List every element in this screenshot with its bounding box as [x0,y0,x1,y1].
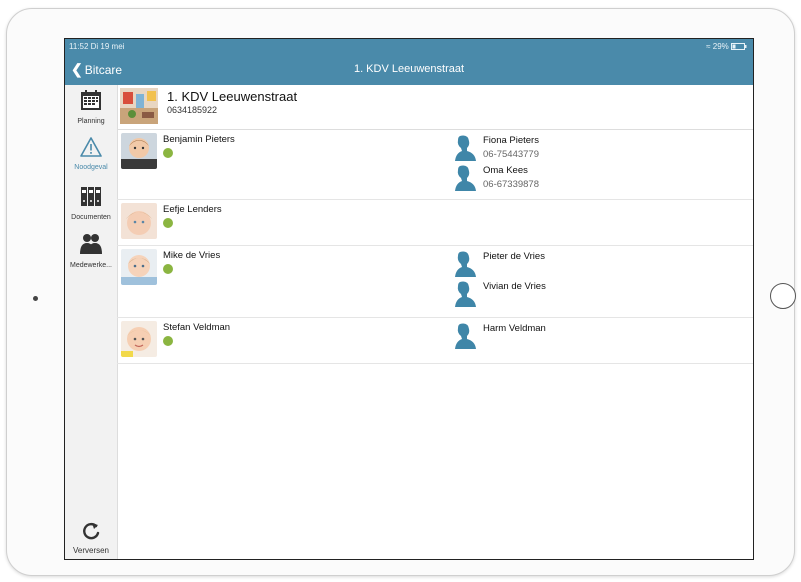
battery-level: 29% [712,42,729,51]
child-name: Mike de Vries [163,250,221,261]
battery-icon [731,43,747,51]
contact-item[interactable]: Oma Kees 06-67339878 [451,163,741,191]
center-header: 1. KDV Leeuwenstraat 0634185922 [117,85,753,130]
contact-list: 1. KDV Leeuwenstraat 0634185922 Benjamin… [117,85,753,559]
status-dot [163,148,173,158]
sidebar-item-noodgeval[interactable]: Noodgeval [65,137,117,171]
child-name: Eefje Lenders [163,204,222,215]
child-avatar [121,321,157,357]
status-dot [163,218,173,228]
list-item[interactable]: Mike de Vries Pieter de Vries Vivian de … [117,245,753,318]
contact-item[interactable]: Vivian de Vries [451,279,741,307]
contact-item[interactable]: Pieter de Vries [451,249,741,277]
child-name: Stefan Veldman [163,322,231,333]
sidebar-item-label: Noodgeval [74,164,108,171]
calendar-icon [81,90,101,110]
refresh-icon [83,523,100,540]
status-dot [163,264,173,274]
child-avatar [121,133,157,169]
list-item[interactable]: Stefan Veldman Harm Veldman [117,317,753,364]
child-name: Benjamin Pieters [163,134,235,145]
person-icon [451,163,477,191]
child-avatar [121,203,157,239]
refresh-label: Verversen [72,546,110,555]
person-icon [451,321,477,349]
sidebar-item-label: Documenten [71,214,111,221]
status-bar: 11:52 Di 19 mei ≈ 29% [65,39,753,55]
center-name: 1. KDV Leeuwenstraat [167,89,298,104]
status-dot [163,336,173,346]
child-avatar [121,249,157,285]
sidebar-item-documenten[interactable]: Documenten [65,185,117,221]
center-phone: 0634185922 [167,105,218,115]
app-screen: 11:52 Di 19 mei ≈ 29% ❮ Bitcare 1. KDV L… [64,38,754,560]
contact-name: Fiona Pieters [483,135,539,146]
sidebar-item-label: Planning [77,118,105,125]
person-icon [451,249,477,277]
warning-icon [80,137,102,157]
contact-name: Oma Kees [483,165,528,176]
navigation-bar: ❮ Bitcare 1. KDV Leeuwenstraat [65,55,753,85]
wifi-icon: ≈ [706,42,711,51]
battery-indicator: ≈ 29% [706,42,747,51]
sidebar-item-planning[interactable]: Planning [65,89,117,125]
list-item[interactable]: Eefje Lenders [117,199,753,246]
people-icon [80,234,102,254]
list-item[interactable]: Benjamin Pieters Fiona Pieters 06-754437… [117,129,753,200]
contact-item[interactable]: Harm Veldman [451,321,741,349]
binders-icon [81,187,101,206]
center-photo [120,88,158,124]
sidebar-item-medewerkers[interactable]: Medewerke... [65,233,117,269]
contact-item[interactable]: Fiona Pieters 06-75443779 [451,133,741,161]
camera [33,296,38,301]
sidebar-item-label: Medewerke... [69,262,113,269]
contact-phone[interactable]: 06-75443779 [483,149,539,160]
contact-name: Vivian de Vries [483,281,546,292]
contact-name: Pieter de Vries [483,251,545,262]
status-time: 11:52 Di 19 mei [69,42,125,51]
home-button[interactable] [770,283,796,309]
person-icon [451,133,477,161]
page-title: 1. KDV Leeuwenstraat [353,63,465,75]
sidebar: Planning Noodgeval Documenten Medewerke.… [65,85,118,559]
refresh-button[interactable]: Verversen [65,521,117,555]
contact-name: Harm Veldman [483,323,546,334]
contact-phone[interactable]: 06-67339878 [483,179,539,190]
person-icon [451,279,477,307]
